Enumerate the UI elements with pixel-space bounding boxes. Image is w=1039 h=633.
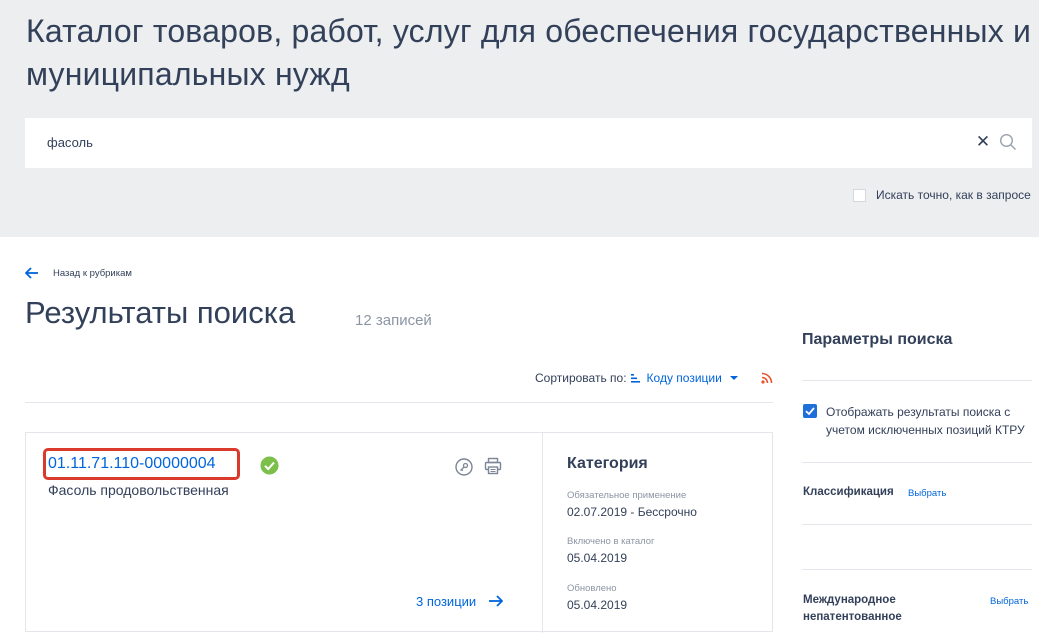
inn-select-link[interactable]: Выбрать (990, 596, 1028, 607)
rss-icon[interactable] (761, 372, 773, 384)
search-input[interactable]: фасоль ✕ (25, 118, 1032, 168)
search-input-value[interactable]: фасоль (47, 135, 93, 150)
excluded-positions-label: Отображать результаты поиска с учетом ис… (826, 405, 1025, 437)
exact-search-checkbox[interactable] (853, 188, 866, 202)
exact-search-option[interactable]: Искать точно, как в запросе (853, 186, 1031, 204)
back-to-rubrics-link[interactable]: Назад к рубрикам (25, 265, 132, 281)
positions-label[interactable]: 3 позиции (416, 594, 476, 609)
results-divider (25, 402, 773, 403)
catalog-title: Каталог товаров, работ, услуг для обеспе… (26, 13, 1032, 92)
print-icon[interactable] (484, 457, 502, 475)
search-icon[interactable] (999, 133, 1017, 151)
item-code-link[interactable]: 01.11.71.110-00000004 (48, 455, 216, 473)
updated-label: Обновлено (567, 583, 617, 594)
inn-label-line2: непатентованное (803, 611, 902, 623)
sidebar-divider (802, 524, 1032, 525)
included-value: 05.04.2019 (567, 551, 628, 565)
back-to-rubrics-label[interactable]: Назад к рубрикам (53, 268, 132, 279)
sort-order-icon (630, 374, 640, 383)
category-title: Категория (567, 455, 648, 472)
excluded-positions-checkbox[interactable] (803, 404, 817, 418)
sort-control[interactable]: Сортировать по: Коду позиции (535, 370, 738, 386)
inn-label-line1: Международное (803, 594, 896, 606)
positions-link[interactable]: 3 позиции (416, 592, 504, 610)
arrow-left-icon (25, 267, 38, 279)
sidebar-divider (802, 569, 1032, 570)
arrow-right-icon[interactable] (488, 595, 504, 607)
sort-value[interactable]: Коду позиции (647, 371, 722, 385)
updated-value: 05.04.2019 (567, 598, 628, 612)
catalog-header: Каталог товаров, работ, услуг для обеспе… (0, 0, 1039, 237)
records-count: 12 записей (355, 312, 432, 329)
sidebar-divider (802, 462, 1032, 463)
result-card: 01.11.71.110-00000004 Фасоль продовольст… (25, 432, 773, 633)
mandatory-label: Обязательное применение (567, 490, 687, 501)
sidebar-divider (802, 380, 1032, 381)
chevron-down-icon[interactable] (729, 376, 738, 380)
exact-search-label: Искать точно, как в запросе (876, 188, 1031, 202)
sort-label: Сортировать по: (535, 371, 627, 385)
classification-select-link[interactable]: Выбрать (908, 488, 946, 499)
mandatory-value: 02.07.2019 - Бессрочно (567, 505, 697, 519)
results-title: Результаты поиска (25, 295, 296, 330)
search-params-title: Параметры поиска (802, 331, 953, 348)
key-icon[interactable] (455, 458, 473, 476)
clear-icon[interactable]: ✕ (975, 132, 991, 152)
included-label: Включено в каталог (567, 536, 655, 547)
checkmark-icon (805, 407, 815, 416)
verified-check-icon (260, 456, 279, 475)
classification-label: Классификация (803, 486, 894, 498)
item-name: Фасоль продовольственная (48, 482, 229, 498)
card-divider (542, 433, 543, 633)
